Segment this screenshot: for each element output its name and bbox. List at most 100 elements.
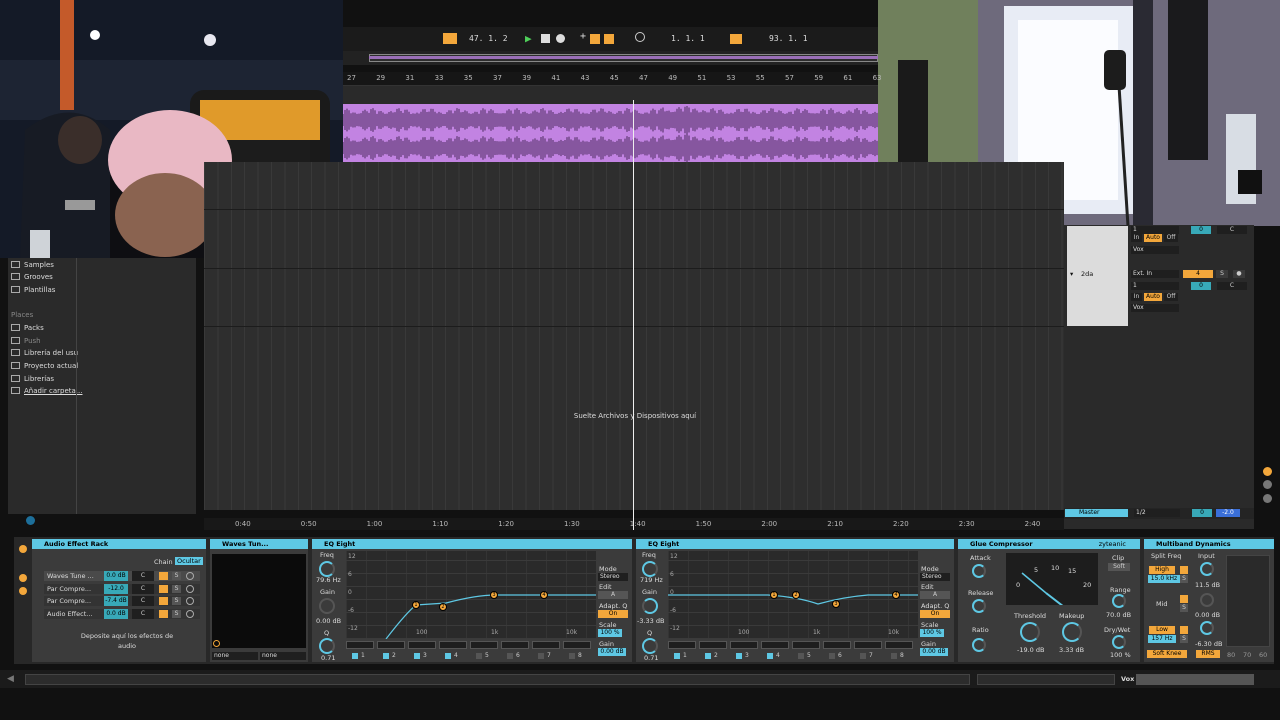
low-band-solo[interactable]: S [1180, 635, 1188, 643]
low-split-freq[interactable]: 157 Hz [1148, 635, 1176, 643]
glue-compressor-header[interactable]: Glue Compressor zyteanic [958, 539, 1140, 549]
output-gain-value[interactable]: 0.00 dB [598, 648, 626, 656]
input-high-value[interactable]: 11.5 dB [1195, 581, 1220, 589]
chain-pan[interactable]: C [132, 571, 154, 581]
band-toggle[interactable] [767, 653, 773, 659]
monitor-off[interactable]: Off [1164, 293, 1178, 301]
chain-pan[interactable]: C [132, 609, 154, 620]
band-filter-select[interactable] [668, 641, 696, 649]
chain-on-icon[interactable] [186, 597, 194, 606]
scale-value[interactable]: 100 % [920, 629, 944, 637]
place-current-project[interactable]: Proyecto actual [11, 362, 78, 370]
stop-icon[interactable] [541, 34, 550, 43]
chain-pan[interactable]: C [132, 583, 154, 594]
loop-length[interactable]: 93. 1. 1 [769, 34, 808, 43]
band-filter-select[interactable] [761, 641, 789, 649]
input-mid-knob[interactable] [1200, 593, 1214, 607]
gain-knob[interactable] [642, 598, 658, 614]
plugin-display[interactable] [212, 554, 306, 648]
selected-track-name[interactable]: Vox [1121, 675, 1134, 683]
band-toggle[interactable] [705, 653, 711, 659]
band-filter-select[interactable] [823, 641, 851, 649]
sends-toggle-icon[interactable] [1263, 480, 1272, 489]
fold-icon[interactable]: ▾ [1070, 270, 1073, 278]
gain-knob[interactable] [319, 598, 335, 614]
gain-value[interactable]: -3.33 dB [637, 617, 664, 625]
monitor-in[interactable]: In [1131, 234, 1142, 242]
mid-band-solo[interactable]: S [1180, 604, 1188, 612]
makeup-value[interactable]: 3.33 dB [1059, 646, 1084, 654]
dry-wet-knob[interactable] [1112, 635, 1126, 649]
threshold-knob[interactable] [1020, 622, 1040, 642]
band-toggle[interactable] [476, 653, 482, 659]
chain-row[interactable]: Audio Effect... 0.0 dB C S [44, 609, 200, 620]
track-header-2da[interactable]: 2da ▾ [1067, 268, 1128, 326]
band-toggle[interactable] [383, 653, 389, 659]
band-toggle[interactable] [414, 653, 420, 659]
session-record-icon[interactable] [635, 32, 645, 42]
browser-preview-icon[interactable] [26, 516, 35, 525]
loop-start[interactable]: 1. 1. 1 [671, 34, 705, 43]
chain-row[interactable]: Waves Tune ... 0.0 dB C S [44, 571, 200, 581]
band-toggle[interactable] [507, 653, 513, 659]
high-band-mute[interactable] [1180, 566, 1188, 574]
chain-on-icon[interactable] [186, 584, 194, 593]
beat-ruler[interactable]: 27 29 31 33 35 37 39 41 43 45 47 49 51 53 55 57 59 61 63 [343, 72, 882, 86]
chain-pan[interactable]: C [132, 596, 154, 607]
band-filter-select[interactable] [792, 641, 820, 649]
record-icon[interactable] [556, 34, 565, 43]
band-filter-select[interactable] [730, 641, 758, 649]
band-toggle[interactable] [569, 653, 575, 659]
place-push[interactable]: Push [11, 337, 41, 345]
solo-button[interactable]: S [1216, 270, 1228, 278]
eq-band-node[interactable]: 3 [490, 591, 498, 599]
range-knob[interactable] [1112, 594, 1126, 608]
chain-headphone-icon[interactable] [159, 584, 168, 593]
chain-volume[interactable]: -12.0 dB [104, 583, 128, 602]
arrangement-view[interactable] [204, 162, 1064, 510]
edit-button[interactable]: A [598, 591, 628, 599]
band-filter-select[interactable] [532, 641, 560, 649]
eq-band-node[interactable]: 1 [412, 601, 420, 609]
rack-header[interactable]: Audio Effect Rack [32, 539, 206, 549]
range-value[interactable]: 70.0 dB [1106, 611, 1131, 619]
song-position[interactable]: 47. 1. 2 [469, 34, 508, 43]
band-toggle[interactable] [352, 653, 358, 659]
chain-volume[interactable]: 0.0 dB [104, 571, 128, 581]
monitor-auto[interactable]: Auto [1144, 234, 1162, 242]
macro-select-1[interactable]: none [212, 652, 258, 660]
band-filter-select[interactable] [563, 641, 591, 649]
band-toggle[interactable] [538, 653, 544, 659]
chain-row[interactable]: Par Compre... -12.0 dB C S [44, 583, 200, 602]
band-filter-select[interactable] [699, 641, 727, 649]
chain-on-icon[interactable] [186, 610, 194, 619]
mid-band-mute[interactable] [1180, 595, 1188, 603]
browser-divider[interactable] [76, 258, 77, 514]
waves-tune-header[interactable]: Waves Tun... [210, 539, 308, 549]
automation-arm-button[interactable] [590, 34, 600, 44]
eq-band-node[interactable]: 3 [832, 600, 840, 608]
multiband-display[interactable] [1226, 555, 1270, 647]
place-user-library[interactable]: Librería del usu [11, 349, 78, 357]
band-toggle[interactable] [736, 653, 742, 659]
output-select[interactable]: Vox [1131, 246, 1179, 254]
add-icon[interactable]: + [580, 31, 586, 42]
browser-grooves[interactable]: Grooves [11, 273, 53, 281]
chain-on-icon[interactable] [186, 572, 194, 580]
browser-templates[interactable]: Plantillas [11, 286, 55, 294]
low-band-toggle[interactable]: Low [1149, 626, 1175, 634]
band-toggle[interactable] [829, 653, 835, 659]
chain-headphone-icon[interactable] [159, 572, 168, 580]
edit-button[interactable]: A [920, 591, 950, 599]
pan-value[interactable]: C [1217, 282, 1247, 290]
scale-value[interactable]: 100 % [598, 629, 622, 637]
send-value[interactable]: 0 [1191, 226, 1211, 234]
q-value[interactable]: 0.71 [321, 654, 335, 662]
freq-value[interactable]: 79.6 Hz [316, 576, 341, 584]
chain-solo[interactable]: S [172, 572, 181, 580]
eq-band-node[interactable]: 4 [892, 591, 900, 599]
dry-wet-value[interactable]: 100 % [1110, 651, 1131, 659]
play-icon[interactable]: ▶ [525, 32, 532, 45]
send-value[interactable]: 0 [1191, 282, 1211, 290]
playhead[interactable] [633, 100, 634, 530]
